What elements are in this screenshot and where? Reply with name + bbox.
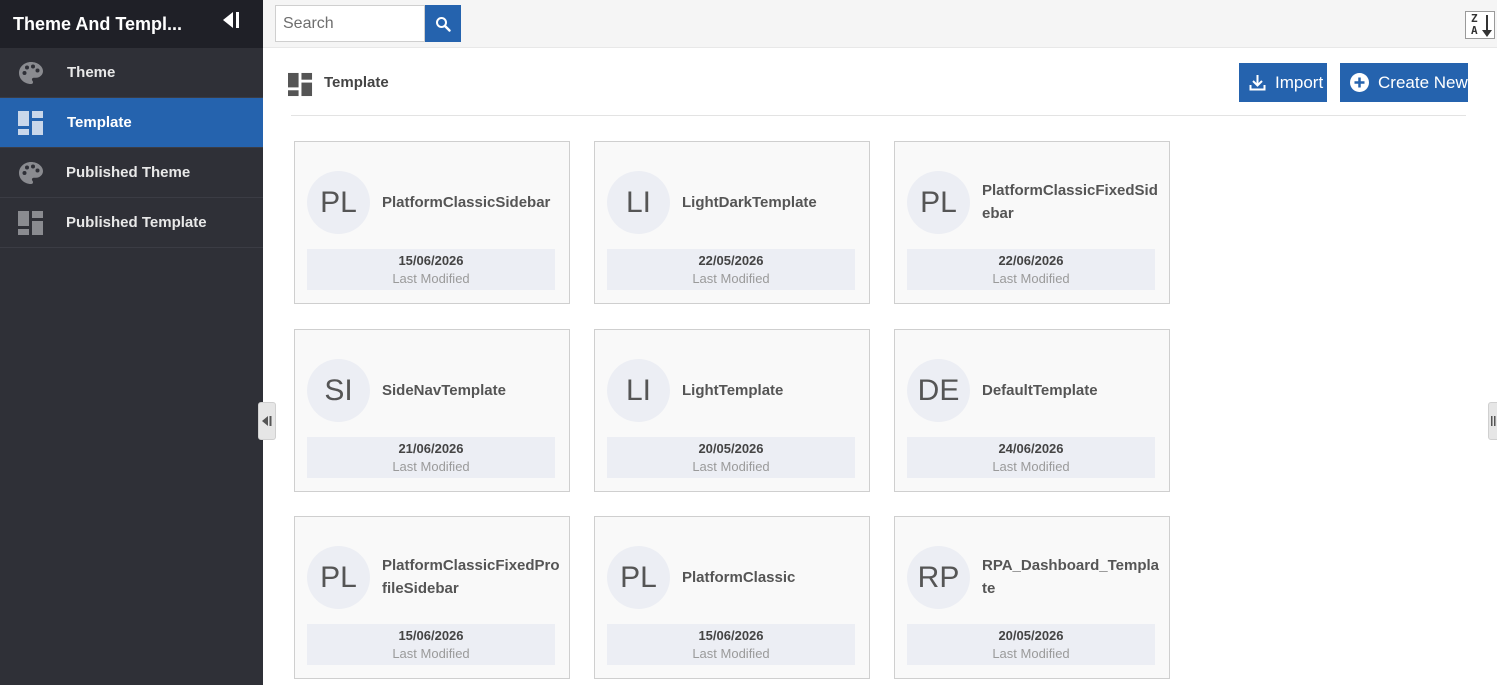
sidebar-header: Theme And Templ... <box>0 0 263 48</box>
modified-label: Last Modified <box>692 459 770 474</box>
template-icon <box>18 211 44 235</box>
page-title: Template <box>324 74 389 91</box>
card-footer: 15/06/2026 Last Modified <box>307 624 555 665</box>
sidebar: Theme And Templ... Theme Template Publis… <box>0 0 263 685</box>
search-button[interactable] <box>425 5 461 42</box>
modified-label: Last Modified <box>992 271 1070 286</box>
modified-label: Last Modified <box>992 459 1070 474</box>
modified-label: Last Modified <box>692 646 770 661</box>
modified-date: 21/06/2026 <box>398 441 464 456</box>
palette-icon <box>18 161 44 185</box>
modified-date: 22/05/2026 <box>698 253 764 268</box>
template-card[interactable]: PL PlatformClassicFixedProfileSidebar 15… <box>294 516 570 679</box>
card-footer: 22/05/2026 Last Modified <box>607 249 855 290</box>
template-name: PlatformClassic <box>682 568 796 586</box>
template-name: LightDarkTemplate <box>682 193 817 211</box>
avatar: PL <box>307 546 370 609</box>
divider <box>291 115 1466 116</box>
template-card[interactable]: DE DefaultTemplate 24/06/2026 Last Modif… <box>894 329 1170 492</box>
template-icon <box>18 111 44 135</box>
template-name: DefaultTemplate <box>982 381 1098 399</box>
palette-icon <box>18 61 44 85</box>
modified-label: Last Modified <box>392 271 470 286</box>
import-label: Import <box>1275 72 1324 92</box>
sort-button[interactable]: Z A <box>1465 11 1495 39</box>
avatar: SI <box>307 359 370 422</box>
template-card[interactable]: PL PlatformClassicFixedSidebar 22/06/202… <box>894 141 1170 304</box>
template-card[interactable]: LI LightTemplate 20/05/2026 Last Modifie… <box>594 329 870 492</box>
card-footer: 20/05/2026 Last Modified <box>607 437 855 478</box>
grip-icon <box>1491 416 1496 426</box>
card-footer: 22/06/2026 Last Modified <box>907 249 1155 290</box>
page-header: Template <box>288 71 389 97</box>
sidebar-item-label: Published Theme <box>66 164 191 181</box>
avatar: LI <box>607 171 670 234</box>
download-icon <box>1249 75 1266 91</box>
card-footer: 21/06/2026 Last Modified <box>307 437 555 478</box>
sidebar-item-published-theme[interactable]: Published Theme <box>0 148 263 198</box>
avatar: LI <box>607 359 670 422</box>
topbar: Z A <box>263 0 1497 48</box>
modified-date: 15/06/2026 <box>398 628 464 643</box>
template-card[interactable]: PL PlatformClassic 15/06/2026 Last Modif… <box>594 516 870 679</box>
expand-right-handle[interactable] <box>1488 402 1497 440</box>
search-input[interactable] <box>276 6 426 41</box>
template-name: RPA_Dashboard_Template <box>982 557 1159 597</box>
avatar: PL <box>307 171 370 234</box>
card-footer: 24/06/2026 Last Modified <box>907 437 1155 478</box>
import-button[interactable]: Import <box>1239 63 1327 102</box>
sidebar-item-template[interactable]: Template <box>0 98 263 148</box>
modified-date: 24/06/2026 <box>998 441 1064 456</box>
sidebar-item-label: Template <box>67 114 132 131</box>
template-name: PlatformClassicFixedSidebar <box>982 182 1158 222</box>
sidebar-item-published-template[interactable]: Published Template <box>0 198 263 248</box>
collapse-left-handle[interactable] <box>258 402 276 440</box>
search-icon <box>436 16 451 32</box>
create-new-button[interactable]: Create New <box>1340 63 1468 102</box>
avatar: DE <box>907 359 970 422</box>
modified-date: 22/06/2026 <box>998 253 1064 268</box>
sidebar-item-theme[interactable]: Theme <box>0 48 263 98</box>
modified-label: Last Modified <box>392 459 470 474</box>
plus-circle-icon <box>1350 73 1369 92</box>
collapse-sidebar-icon[interactable] <box>221 10 241 30</box>
template-name: LightTemplate <box>682 381 784 399</box>
collapse-left-icon <box>262 416 272 426</box>
avatar: PL <box>607 546 670 609</box>
modified-label: Last Modified <box>392 646 470 661</box>
template-name: PlatformClassicFixedProfileSidebar <box>382 557 560 597</box>
avatar: PL <box>907 171 970 234</box>
search-box <box>275 5 426 42</box>
create-new-label: Create New <box>1378 72 1468 92</box>
app-title: Theme And Templ... <box>13 13 183 34</box>
avatar: RP <box>907 546 970 609</box>
template-card[interactable]: RP RPA_Dashboard_Template 20/05/2026 Las… <box>894 516 1170 679</box>
modified-label: Last Modified <box>992 646 1070 661</box>
template-card[interactable]: PL PlatformClassicSidebar 15/06/2026 Las… <box>294 141 570 304</box>
template-name: SideNavTemplate <box>382 381 506 399</box>
template-card[interactable]: LI LightDarkTemplate 22/05/2026 Last Mod… <box>594 141 870 304</box>
card-footer: 20/05/2026 Last Modified <box>907 624 1155 665</box>
card-footer: 15/06/2026 Last Modified <box>307 249 555 290</box>
modified-date: 20/05/2026 <box>998 628 1064 643</box>
template-name: PlatformClassicSidebar <box>382 193 551 211</box>
sidebar-item-label: Published Template <box>66 214 207 231</box>
modified-label: Last Modified <box>692 271 770 286</box>
modified-date: 20/05/2026 <box>698 441 764 456</box>
main-content: Template Import Create New PL PlatformCl… <box>263 49 1497 685</box>
modified-date: 15/06/2026 <box>698 628 764 643</box>
template-card[interactable]: SI SideNavTemplate 21/06/2026 Last Modif… <box>294 329 570 492</box>
card-footer: 15/06/2026 Last Modified <box>607 624 855 665</box>
template-icon <box>288 72 313 96</box>
modified-date: 15/06/2026 <box>398 253 464 268</box>
sidebar-item-label: Theme <box>67 64 116 81</box>
